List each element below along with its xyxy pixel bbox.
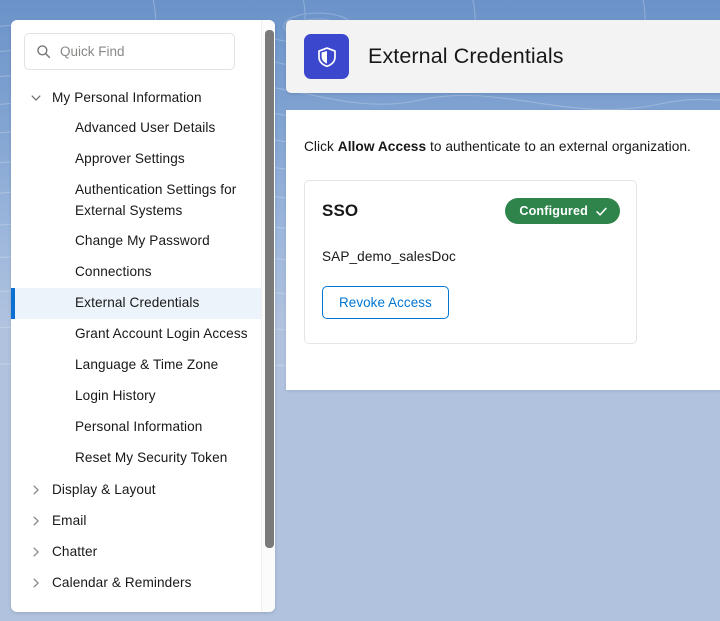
search-box[interactable] bbox=[24, 33, 235, 70]
sidebar-item-authentication-settings-for-external-systems[interactable]: Authentication Settings for External Sys… bbox=[11, 175, 261, 226]
sidebar-group-label: Calendar & Reminders bbox=[52, 575, 192, 591]
chevron-right-icon bbox=[33, 578, 39, 588]
revoke-access-button[interactable]: Revoke Access bbox=[322, 286, 449, 319]
sidebar-group-email[interactable]: Email bbox=[11, 505, 261, 536]
sidebar-item-login-history[interactable]: Login History bbox=[11, 381, 261, 412]
credential-card: SSO Configured SAP_demo_salesDoc Revoke … bbox=[304, 180, 637, 344]
search-input[interactable] bbox=[60, 44, 210, 59]
sidebar-nav: My Personal Information Advanced User De… bbox=[11, 82, 261, 598]
sidebar-item-language-and-time-zone[interactable]: Language & Time Zone bbox=[11, 350, 261, 381]
sidebar-item-personal-information[interactable]: Personal Information bbox=[11, 412, 261, 443]
chevron-right-icon bbox=[33, 485, 39, 495]
sidebar-scroll-area: My Personal Information Advanced User De… bbox=[11, 20, 261, 612]
sidebar-group-label: My Personal Information bbox=[52, 90, 202, 105]
status-badge-label: Configured bbox=[519, 204, 588, 218]
sidebar-group-label: Chatter bbox=[52, 544, 98, 560]
sidebar-item-label: Grant Account Login Access bbox=[75, 326, 248, 342]
sidebar-group-my-personal-information[interactable]: My Personal Information bbox=[11, 82, 261, 113]
sidebar-item-connections[interactable]: Connections bbox=[11, 257, 261, 288]
status-badge: Configured bbox=[505, 198, 620, 224]
shield-icon bbox=[304, 34, 349, 79]
sidebar-item-external-credentials[interactable]: External Credentials bbox=[11, 288, 261, 320]
instruction-prefix: Click bbox=[304, 139, 338, 154]
sidebar-group-chatter[interactable]: Chatter bbox=[11, 536, 261, 567]
chevron-right-icon bbox=[33, 547, 39, 557]
chevron-down-icon bbox=[31, 94, 41, 101]
sidebar-item-label: Advanced User Details bbox=[75, 120, 216, 136]
instruction-emphasis: Allow Access bbox=[337, 139, 427, 154]
sidebar-item-approver-settings[interactable]: Approver Settings bbox=[11, 144, 261, 175]
sidebar-item-grant-account-login-access[interactable]: Grant Account Login Access bbox=[11, 319, 261, 350]
search-icon bbox=[37, 45, 51, 59]
sidebar-item-reset-my-security-token[interactable]: Reset My Security Token bbox=[11, 443, 261, 474]
sidebar-item-advanced-user-details[interactable]: Advanced User Details bbox=[11, 113, 261, 144]
sidebar-group-calendar-and-reminders[interactable]: Calendar & Reminders bbox=[11, 567, 261, 598]
sidebar-item-label: Approver Settings bbox=[75, 151, 185, 167]
sidebar-group-label: Display & Layout bbox=[52, 482, 156, 498]
sidebar-item-label: Connections bbox=[75, 264, 152, 280]
sidebar-item-label: Login History bbox=[75, 388, 156, 404]
sidebar-item-label: Reset My Security Token bbox=[75, 450, 228, 466]
content-panel: Click Allow Access to authenticate to an… bbox=[286, 110, 720, 390]
sidebar-panel: My Personal Information Advanced User De… bbox=[11, 20, 275, 612]
sidebar-item-label: Language & Time Zone bbox=[75, 357, 219, 373]
check-icon bbox=[596, 207, 607, 216]
credential-name: SAP_demo_salesDoc bbox=[322, 249, 456, 264]
instruction-suffix: to authenticate to an external organizat… bbox=[426, 139, 691, 154]
sidebar-scrollbar-thumb[interactable] bbox=[265, 30, 274, 548]
page-header: External Credentials bbox=[286, 20, 720, 93]
credential-card-title: SSO bbox=[322, 201, 359, 220]
sidebar-scrollbar[interactable] bbox=[261, 20, 275, 612]
sidebar-group-display-and-layout[interactable]: Display & Layout bbox=[11, 474, 261, 505]
sidebar-item-label: Authentication Settings for External Sys… bbox=[75, 182, 237, 218]
instruction-text: Click Allow Access to authenticate to an… bbox=[304, 139, 691, 154]
sidebar-item-change-my-password[interactable]: Change My Password bbox=[11, 226, 261, 257]
sidebar-group-label: Email bbox=[52, 513, 87, 529]
chevron-right-icon bbox=[33, 516, 39, 526]
sidebar-item-label: Personal Information bbox=[75, 419, 203, 435]
page-title: External Credentials bbox=[368, 44, 564, 68]
sidebar-item-label: External Credentials bbox=[75, 295, 200, 311]
sidebar-item-label: Change My Password bbox=[75, 233, 210, 249]
